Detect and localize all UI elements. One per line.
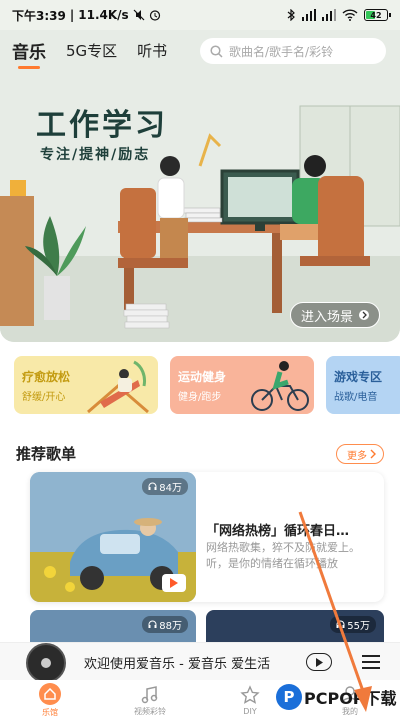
play-count: 84万: [159, 483, 182, 494]
playlist-name[interactable]: 「网络热榜」循环春日…: [206, 520, 376, 539]
tab-audiobook[interactable]: 听书: [137, 40, 167, 61]
category-row: 疗愈放松 舒缓/开心 运动健身 健身/跑步 游戏专区 战歌/电音: [14, 356, 400, 416]
recommended-title: 推荐歌单: [16, 445, 77, 463]
beach-chair-illustration: [87, 360, 149, 414]
featured-playlist-card[interactable]: 84万 「网络热榜」循环春日… 网络热歌集，猝不及防就爱上。听，是你的情绪在循环…: [30, 472, 384, 602]
playlist-description: 网络热歌集，猝不及防就爱上。听，是你的情绪在循环播放: [206, 541, 360, 570]
tab-video-ringtone[interactable]: 视频彩铃: [100, 680, 200, 720]
play-count-badge: 88万: [142, 616, 188, 633]
playlist-card-3[interactable]: 55万: [206, 610, 384, 644]
category-subtitle: 战歌/电音: [334, 392, 378, 403]
status-time: 下午3:39: [12, 8, 66, 23]
bluetooth-icon: [287, 9, 295, 21]
mini-play-button[interactable]: [306, 653, 332, 671]
category-title: 运动健身: [178, 370, 227, 384]
mute-icon: [133, 9, 145, 21]
tab-label: 乐馆: [42, 707, 58, 717]
playlist-cover[interactable]: 84万: [30, 472, 196, 602]
status-divider: |: [69, 8, 75, 22]
category-title: 疗愈放松: [22, 370, 71, 384]
play-count: 55万: [347, 621, 370, 632]
enter-scene-button[interactable]: 进入场景: [289, 302, 380, 328]
headphone-icon: [336, 620, 345, 628]
status-right: 42: [287, 9, 391, 21]
tab-music[interactable]: 音乐: [12, 38, 46, 69]
watermark-logo: P: [276, 684, 302, 710]
playlist-row-2: 88万 55万: [30, 610, 384, 644]
battery-icon: 42: [364, 9, 391, 21]
top-nav: 音乐 5G专区 听书: [12, 38, 167, 69]
mini-player[interactable]: 欢迎使用爱音乐 - 爱音乐 爱生活: [0, 642, 400, 683]
category-card-healing[interactable]: 疗愈放松 舒缓/开心: [14, 356, 158, 414]
cyclist-illustration: [251, 361, 309, 411]
playlist-menu-icon[interactable]: [362, 655, 380, 669]
ringtone-icon: [141, 685, 158, 703]
watermark: P PCPOP下载: [276, 684, 397, 710]
chevron-right-icon: [370, 449, 376, 459]
hero-banner[interactable]: 音乐 5G专区 听书 歌曲名/歌手名/彩铃 工作学习 专注/提神/励志 进入场景: [0, 30, 400, 342]
category-card-gaming[interactable]: 游戏专区 战歌/电音: [326, 356, 400, 414]
signal-icon-2: [322, 9, 336, 21]
status-network-speed: 11.4K/s: [78, 8, 129, 22]
search-input[interactable]: 歌曲名/歌手名/彩铃: [200, 38, 386, 64]
category-title: 游戏专区: [334, 370, 383, 384]
more-button[interactable]: 更多: [336, 444, 384, 464]
signal-icon: [302, 9, 316, 21]
status-bar: 下午3:39 | 11.4K/s 42: [0, 0, 400, 30]
play-icon: [315, 657, 323, 667]
tab-music-hall[interactable]: 乐馆: [0, 680, 100, 720]
category-card-fitness[interactable]: 运动健身 健身/跑步: [170, 356, 314, 414]
play-button[interactable]: [162, 574, 186, 592]
album-disc-icon[interactable]: [26, 643, 66, 683]
search-placeholder: 歌曲名/歌手名/彩铃: [229, 44, 334, 59]
tab-label: DIY: [243, 706, 257, 716]
home-icon: [39, 682, 61, 705]
headphone-icon: [148, 482, 157, 490]
play-count-badge: 84万: [142, 478, 188, 495]
enter-scene-label: 进入场景: [300, 309, 353, 325]
hero-title: 工作学习: [36, 108, 168, 143]
watermark-text: PCPOP下载: [304, 689, 397, 708]
headphone-icon: [148, 620, 157, 628]
play-count-badge: 55万: [330, 616, 376, 633]
tab-5g-zone[interactable]: 5G专区: [66, 40, 117, 61]
playlist-card-2[interactable]: 88万: [30, 610, 196, 644]
more-label: 更多: [347, 450, 367, 462]
play-count: 88万: [159, 621, 182, 632]
tab-label: 视频彩铃: [134, 706, 166, 716]
hero-subtitle: 专注/提神/励志: [40, 147, 151, 163]
alarm-icon: [149, 10, 160, 21]
play-icon: [170, 578, 178, 588]
chevron-right-icon: [359, 310, 369, 320]
star-icon: [240, 684, 260, 704]
status-left: 下午3:39 | 11.4K/s: [12, 7, 161, 24]
now-playing-text: 欢迎使用爱音乐 - 爱音乐 爱生活: [84, 657, 271, 672]
search-icon: [210, 44, 223, 58]
battery-level: 42: [370, 10, 382, 20]
category-subtitle: 健身/跑步: [178, 392, 222, 403]
wifi-icon: [342, 9, 358, 21]
category-subtitle: 舒缓/开心: [22, 392, 66, 403]
